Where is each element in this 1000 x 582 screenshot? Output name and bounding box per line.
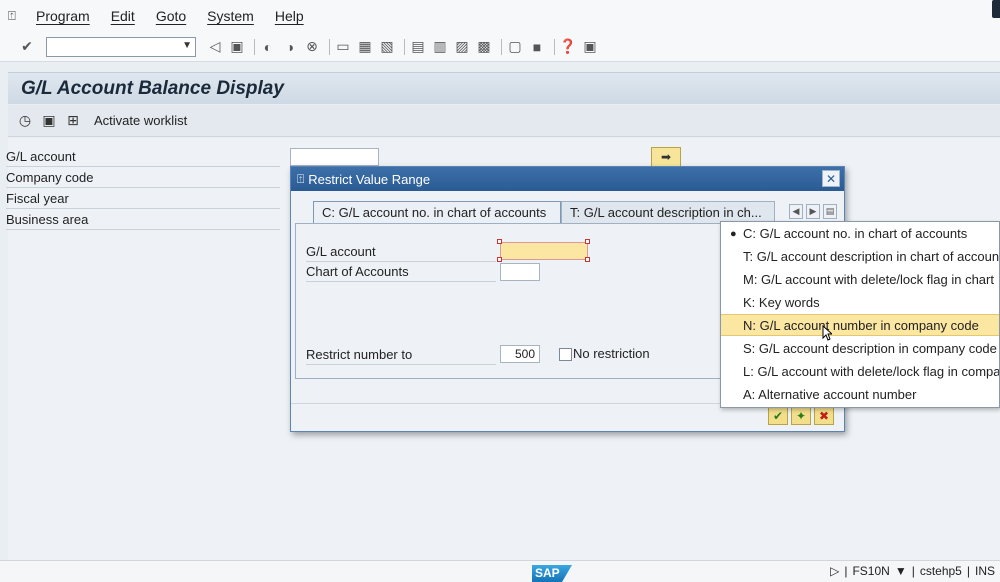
separator: |	[911, 564, 915, 578]
save-icon[interactable]: ▣	[228, 38, 246, 56]
cancel-icon[interactable]: ⊗	[303, 38, 321, 56]
insert-mode[interactable]: INS	[975, 564, 995, 578]
no-restriction-label: No restriction	[573, 346, 650, 361]
execute-clock-icon[interactable]: ◷	[16, 112, 34, 130]
status-toggle-icon[interactable]: ▷	[830, 564, 839, 578]
find-next-icon[interactable]: ▧	[378, 38, 396, 56]
help-icon[interactable]: ❓	[559, 38, 577, 56]
menu-edit[interactable]: Edit	[111, 8, 135, 24]
selection-handle	[497, 239, 502, 244]
selection-handle	[585, 239, 590, 244]
label-company-code: Company code	[6, 168, 280, 188]
menu-goto[interactable]: Goto	[156, 8, 186, 24]
transaction-code[interactable]: FS10N	[852, 564, 889, 578]
standard-toolbar: ✔ ▼ ◁ ▣ ◐ ◑ ⊗ ▭ ▦ ▧ ▤ ▥ ▨ ▩ ▢ ■ ❓ ▣	[0, 32, 1000, 62]
command-field[interactable]: ▼	[46, 36, 196, 57]
separator: |	[966, 564, 970, 578]
mouse-cursor-icon	[822, 325, 832, 341]
first-page-icon[interactable]: ▤	[409, 38, 427, 56]
label-fiscal-year: Fiscal year	[6, 189, 280, 209]
system-menu-icon[interactable]: ⍐	[8, 8, 28, 24]
cancel-button[interactable]: ✖	[814, 407, 834, 425]
arrow-right-icon: ➡	[660, 150, 672, 164]
selection-handle	[497, 257, 502, 262]
multiple-selection-button[interactable]: ✦	[791, 407, 811, 425]
menu-program[interactable]: Program	[36, 8, 90, 24]
menu-bar: ⍐ Program Edit Goto System Help	[0, 0, 1000, 32]
back-arrow-icon[interactable]: ◁	[206, 38, 224, 56]
copy-icon[interactable]: ▣	[40, 112, 58, 130]
dropdown-item[interactable]: ● C: G/L account no. in chart of accounts	[721, 223, 999, 245]
toolbar-separator	[501, 38, 502, 55]
continue-button[interactable]: ✔	[768, 407, 788, 425]
tab-gl-account-chart[interactable]: C: G/L account no. in chart of accounts	[313, 201, 561, 223]
tab-scroll-right-icon[interactable]: ▶	[806, 204, 820, 219]
server-name: cstehp5	[919, 564, 962, 578]
dialog-tabs: C: G/L account no. in chart of accounts …	[295, 201, 843, 223]
chart-of-accounts-input[interactable]	[500, 263, 540, 281]
sap-logo: SAP	[532, 565, 572, 582]
layout-icon[interactable]: ▣	[581, 38, 599, 56]
application-toolbar: ◷ ▣ ⊞ Activate worklist	[8, 105, 1000, 137]
multi-select-icon: ✦	[795, 409, 807, 423]
new-session-icon[interactable]: ▢	[506, 38, 524, 56]
toolbar-separator	[404, 38, 405, 55]
menu-help[interactable]: Help	[275, 8, 304, 24]
toolbar-separator	[554, 38, 555, 55]
print-icon[interactable]: ▭	[334, 38, 352, 56]
chevron-down-icon[interactable]: ▼	[895, 564, 907, 578]
no-restriction-checkbox[interactable]	[559, 348, 572, 361]
checkmark-icon: ✔	[772, 409, 784, 423]
dropdown-item[interactable]: T: G/L account description in chart of a…	[721, 246, 999, 268]
gl-account-input[interactable]	[290, 148, 379, 166]
status-bar: SAP ▷ | FS10N ▼ | cstehp5 | INS	[0, 560, 1000, 582]
window-edge	[992, 0, 1000, 18]
dlg-gl-account-input[interactable]	[500, 242, 588, 260]
screen-title-bar: G/L Account Balance Display	[8, 72, 1000, 104]
execute-arrow-button[interactable]: ➡	[651, 147, 681, 167]
chevron-down-icon[interactable]: ▼	[182, 40, 192, 51]
close-icon: ✕	[825, 171, 837, 186]
tab-scroll-left-icon[interactable]: ◀	[789, 204, 803, 219]
dialog-icon: ⍐	[297, 171, 305, 186]
previous-page-icon[interactable]: ▥	[431, 38, 449, 56]
close-button[interactable]: ✕	[822, 170, 840, 187]
page-title: G/L Account Balance Display	[21, 77, 284, 99]
search-help-dropdown: ● C: G/L account no. in chart of accounts…	[720, 221, 1000, 408]
shortcut-icon[interactable]: ■	[528, 38, 546, 56]
dialog-title: Restrict Value Range	[308, 171, 431, 187]
menu-system[interactable]: System	[207, 8, 254, 24]
dialog-title-bar: ⍐ Restrict Value Range	[291, 167, 844, 191]
find-icon[interactable]: ▦	[356, 38, 374, 56]
activate-worklist-button[interactable]: Activate worklist	[94, 113, 187, 128]
exit-icon[interactable]: ◑	[281, 38, 299, 56]
worklist-icon[interactable]: ⊞	[64, 112, 82, 130]
dropdown-item-selected[interactable]: N: G/L account number in company code	[721, 314, 999, 336]
label-business-area: Business area	[6, 210, 280, 230]
bullet-icon: ●	[730, 228, 737, 240]
toolbar-separator	[254, 38, 255, 55]
last-page-icon[interactable]: ▩	[475, 38, 493, 56]
separator: |	[844, 564, 848, 578]
dlg-label-chart-of-accounts: Chart of Accounts	[306, 262, 496, 282]
label-gl-account: G/L account	[6, 147, 280, 167]
dropdown-item[interactable]: M: G/L account with delete/lock flag in …	[721, 269, 999, 291]
dropdown-item[interactable]: A: Alternative account number	[721, 384, 999, 406]
restrict-number-input[interactable]: 500	[500, 345, 540, 363]
tab-gl-description[interactable]: T: G/L account description in ch...	[561, 201, 775, 223]
tab-list-icon[interactable]: ▤	[823, 204, 837, 219]
enter-icon[interactable]: ✔	[18, 38, 36, 56]
status-info: ▷ | FS10N ▼ | cstehp5 | INS	[830, 564, 1000, 578]
dropdown-item[interactable]: K: Key words	[721, 292, 999, 314]
toolbar-separator	[329, 38, 330, 55]
dlg-label-gl-account: G/L account	[306, 242, 496, 262]
back-icon[interactable]: ◐	[259, 38, 277, 56]
selection-handle	[585, 257, 590, 262]
dropdown-item[interactable]: S: G/L account description in company co…	[721, 338, 999, 360]
dropdown-item[interactable]: L: G/L account with delete/lock flag in …	[721, 361, 999, 383]
dlg-label-restrict-number: Restrict number to	[306, 345, 496, 365]
next-page-icon[interactable]: ▨	[453, 38, 471, 56]
cross-icon: ✖	[818, 409, 830, 423]
